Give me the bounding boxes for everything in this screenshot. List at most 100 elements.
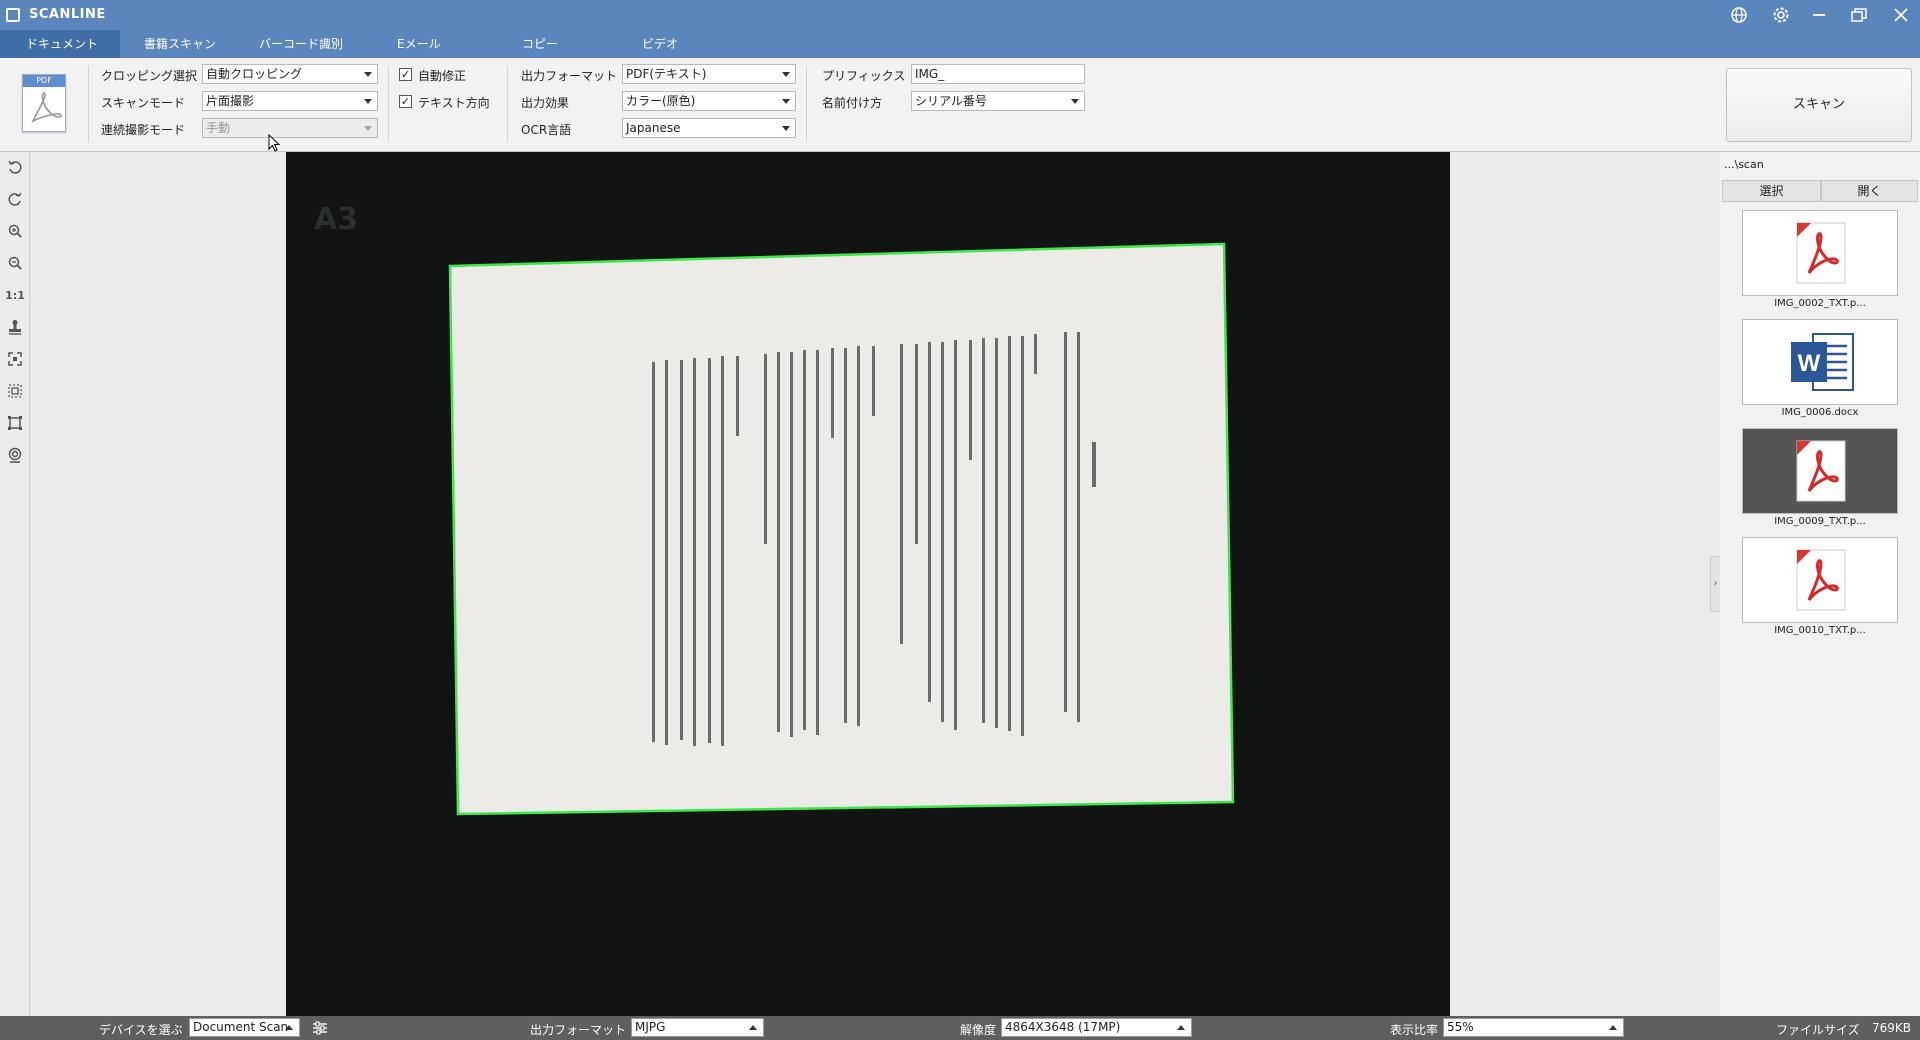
prefix-input[interactable]: IMG_ — [911, 64, 1085, 84]
ocr-language-label: OCR言語 — [521, 123, 572, 137]
file-name: IMG_0010_TXT.p... — [1774, 625, 1866, 636]
crop-label: クロッピング選択 — [101, 69, 198, 83]
chevron-down-icon — [782, 99, 790, 104]
minimize-icon[interactable] — [1808, 5, 1830, 25]
chevron-down-icon — [1071, 99, 1079, 104]
panel-collapse-toggle[interactable]: › — [1710, 556, 1720, 612]
file-thumbnail[interactable]: W — [1742, 319, 1898, 405]
auto-correct-checkbox[interactable]: ✓ — [399, 68, 412, 81]
tab-book-scan[interactable]: 書籍スキャン — [130, 30, 230, 58]
file-name: IMG_0009_TXT.p... — [1774, 516, 1866, 527]
title-bar: SCANLINE — [0, 0, 1920, 30]
pdf-file-icon — [1796, 440, 1846, 502]
file-name: IMG_0006.docx — [1781, 407, 1859, 418]
scanned-page-preview — [448, 242, 1235, 816]
file-panel: ...\scan 選択 開く IMG_0002_TXT.p... W IMG_0… — [1720, 152, 1920, 1016]
document-page — [450, 244, 1233, 814]
device-value: Document Scan — [193, 1020, 289, 1034]
crop-frame-icon[interactable] — [4, 412, 26, 434]
text-direction-label: テキスト方向 — [418, 96, 490, 110]
left-workspace-margin — [31, 152, 286, 1016]
file-thumbnail[interactable] — [1742, 537, 1898, 623]
scan-mode-value: 片面撮影 — [206, 94, 255, 108]
output-format-label: 出力フォーマット — [521, 69, 618, 83]
restore-icon[interactable] — [1848, 5, 1870, 25]
output-effect-label: 出力効果 — [521, 96, 570, 110]
select-folder-button[interactable]: 選択 — [1722, 180, 1821, 202]
save-path: ...\scan — [1724, 158, 1764, 171]
prefix-label: プリフィックス — [822, 69, 906, 83]
resolution-select[interactable]: 4864X3648 (17MP) — [1001, 1018, 1192, 1037]
tab-email[interactable]: Eメール — [383, 30, 455, 58]
status-bar: デバイスを選ぶ Document Scan 出力フォーマット MJPG 解像度 … — [0, 1016, 1920, 1040]
scan-mode-select[interactable]: 片面撮影 — [202, 91, 378, 111]
resolution-label: 解像度 — [960, 1023, 997, 1037]
file-thumbnail[interactable] — [1742, 210, 1898, 296]
fit-icon[interactable] — [4, 348, 26, 370]
svg-text:W: W — [1798, 350, 1821, 377]
camera-settings-icon[interactable] — [4, 444, 26, 466]
crop-select[interactable]: 自動クロッピング — [202, 64, 378, 84]
continuous-mode-value: 手動 — [206, 121, 231, 135]
chevron-up-icon — [1177, 1025, 1185, 1030]
output-effect-value: カラー(原色) — [626, 94, 696, 108]
auto-correct-label: 自動修正 — [418, 69, 467, 83]
open-folder-button[interactable]: 開く — [1821, 180, 1918, 202]
continuous-mode-select[interactable]: 手動 — [202, 118, 378, 138]
chevron-down-icon — [364, 126, 372, 131]
scanline-window: SCANLINE ドキュメント 書籍スキャン バーコード識別 Eメール コピー … — [0, 0, 1920, 1040]
zoom-select[interactable]: 55% — [1443, 1018, 1624, 1037]
filesize-label: ファイルサイズ — [1776, 1023, 1860, 1037]
tab-document[interactable]: ドキュメント — [0, 30, 120, 58]
pdf-document-icon: PDF — [22, 74, 66, 132]
continuous-mode-label: 連続撮影モード — [101, 123, 186, 137]
zoom-value: 55% — [1447, 1020, 1474, 1034]
ocr-language-value: Japanese — [626, 121, 681, 135]
tab-copy[interactable]: コピー — [508, 30, 572, 58]
mouse-cursor-icon — [268, 134, 280, 152]
crop-value: 自動クロッピング — [206, 67, 303, 81]
chevron-down-icon — [364, 99, 372, 104]
text-direction-checkbox[interactable]: ✓ — [399, 95, 412, 108]
output-effect-select[interactable]: カラー(原色) — [622, 91, 796, 111]
chevron-up-icon — [285, 1025, 293, 1030]
status-output-format-value: MJPG — [635, 1020, 666, 1034]
settings-toolbar: PDF クロッピング選択 自動クロッピング スキャンモード 片面撮影 連続撮影モ… — [0, 58, 1920, 152]
device-select[interactable]: Document Scan — [189, 1018, 300, 1037]
scan-button[interactable]: スキャン — [1726, 68, 1912, 142]
close-icon[interactable] — [1890, 5, 1912, 25]
left-tool-strip: 1:1 — [0, 152, 30, 1016]
chevron-down-icon — [782, 126, 790, 131]
gear-icon[interactable] — [1770, 5, 1792, 25]
tab-barcode[interactable]: バーコード識別 — [245, 30, 357, 58]
pdf-file-icon — [1796, 222, 1846, 284]
status-output-format-label: 出力フォーマット — [530, 1023, 627, 1037]
chevron-down-icon — [364, 72, 372, 77]
status-output-format-select[interactable]: MJPG — [631, 1018, 764, 1037]
ocr-language-select[interactable]: Japanese — [622, 118, 796, 138]
actual-size-icon[interactable]: 1:1 — [4, 284, 26, 306]
file-name: IMG_0002_TXT.p... — [1774, 298, 1866, 309]
crop-select-icon[interactable] — [4, 380, 26, 402]
file-thumbnail-selected[interactable] — [1742, 428, 1898, 514]
right-workspace-margin — [1450, 152, 1720, 1016]
naming-label: 名前付け方 — [822, 96, 883, 110]
rotate-left-icon[interactable] — [4, 156, 26, 178]
tab-video[interactable]: ビデオ — [628, 30, 692, 58]
device-settings-icon[interactable] — [312, 1021, 328, 1035]
mode-tabs: ドキュメント 書籍スキャン バーコード識別 Eメール コピー ビデオ — [0, 30, 1920, 58]
chevron-up-icon — [1609, 1025, 1617, 1030]
scan-mode-label: スキャンモード — [101, 96, 186, 110]
camera-preview[interactable]: A3 — [286, 152, 1450, 1016]
stamp-icon[interactable] — [4, 316, 26, 338]
rotate-right-icon[interactable] — [4, 188, 26, 210]
pdf-icon-label: PDF — [23, 75, 65, 87]
resolution-value: 4864X3648 (17MP) — [1005, 1020, 1121, 1034]
device-label: デバイスを選ぶ — [99, 1023, 183, 1037]
globe-icon[interactable] — [1728, 5, 1750, 25]
naming-select[interactable]: シリアル番号 — [911, 91, 1085, 111]
chevron-up-icon — [749, 1025, 757, 1030]
zoom-out-icon[interactable] — [4, 252, 26, 274]
zoom-in-icon[interactable] — [4, 220, 26, 242]
output-format-select[interactable]: PDF(テキスト) — [622, 64, 796, 84]
